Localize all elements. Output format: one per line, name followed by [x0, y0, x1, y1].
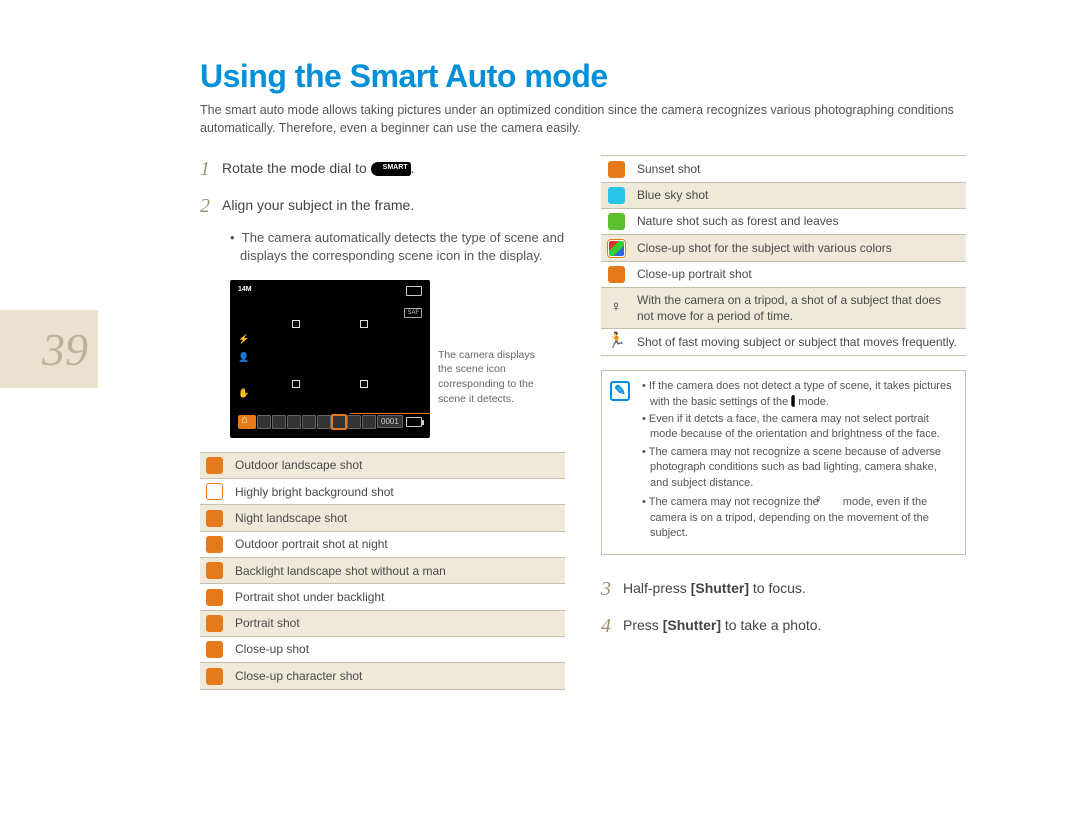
lcd-scene-chip	[272, 415, 286, 429]
left-column: 1 Rotate the mode dial to SMART. 2 Align…	[200, 155, 565, 689]
lcd-scene-chip	[347, 415, 361, 429]
lcd-stabilizer-icon: ✋	[238, 388, 249, 399]
lcd-battery-icon	[406, 417, 422, 427]
table-cell: Close-up shot for the subject with vario…	[631, 235, 966, 261]
table-cell: Night landscape shot	[229, 505, 565, 531]
step-1-text-post: .	[411, 160, 415, 176]
bright-icon	[206, 483, 223, 500]
intro-text: The smart auto mode allows taking pictur…	[200, 101, 970, 137]
step-3-post: to focus.	[749, 580, 806, 596]
step-2: 2 Align your subject in the frame.	[200, 192, 565, 221]
night-portrait-icon	[206, 536, 223, 553]
step-number: 3	[601, 575, 623, 604]
table-cell: Portrait shot under backlight	[229, 584, 565, 610]
page-title: Using the Smart Auto mode	[200, 58, 970, 95]
table-cell: Shot of fast moving subject or subject t…	[631, 329, 966, 356]
note-item: The camera may not recognize a scene bec…	[642, 445, 955, 491]
running-icon: 🏃	[607, 333, 625, 351]
backlight-landscape-icon	[206, 562, 223, 579]
lcd-scene-chip	[317, 415, 331, 429]
page-number-tab: 39	[0, 310, 98, 388]
note-item: If the camera does not detect a type of …	[642, 379, 955, 410]
closeup-portrait-icon	[608, 266, 625, 283]
tripod-icon: ♀	[822, 493, 840, 511]
focus-corner	[292, 380, 300, 388]
lcd-resolution: 14M	[238, 286, 252, 293]
lcd-scene-chip	[362, 415, 376, 429]
step-number: 1	[200, 155, 222, 184]
step-4-bold: [Shutter]	[663, 617, 721, 633]
lcd-home-icon	[238, 415, 256, 429]
camera-lcd: 14M SAF ⚡ 👤 ✋	[230, 280, 430, 438]
tripod-icon: ♀	[607, 299, 625, 317]
note-item: Even if it detcts a face, the camera may…	[642, 412, 955, 443]
sunset-icon	[608, 161, 625, 178]
step-2-text: Align your subject in the frame.	[222, 192, 414, 221]
focus-corner	[292, 320, 300, 328]
lcd-illustration: 14M SAF ⚡ 👤 ✋	[230, 280, 565, 438]
step-3-bold: [Shutter]	[691, 580, 749, 596]
page-content: Using the Smart Auto mode The smart auto…	[200, 58, 970, 690]
table-cell: Close-up portrait shot	[631, 261, 966, 287]
portrait-icon	[206, 615, 223, 632]
table-cell: Close-up shot	[229, 636, 565, 662]
step-4-pre: Press	[623, 617, 663, 633]
table-cell: Backlight landscape shot without a man	[229, 557, 565, 583]
lcd-mode-icon	[406, 286, 422, 296]
lcd-flash-icon: ⚡	[238, 334, 249, 345]
table-cell: Close-up character shot	[229, 663, 565, 689]
scene-table-left: Outdoor landscape shot Highly bright bac…	[200, 452, 565, 690]
table-cell: Nature shot such as forest and leaves	[631, 208, 966, 234]
lcd-bottom-bar: 0001	[238, 414, 422, 430]
lcd-saf-label: SAF	[404, 308, 422, 318]
night-landscape-icon	[206, 510, 223, 527]
table-cell: Outdoor landscape shot	[229, 452, 565, 478]
right-column: Sunset shot Blue sky shot Nature shot su…	[601, 155, 966, 689]
table-cell: With the camera on a tripod, a shot of a…	[631, 287, 966, 328]
table-cell: Outdoor portrait shot at night	[229, 531, 565, 557]
step-number: 2	[200, 192, 222, 221]
step-3-pre: Half-press	[623, 580, 691, 596]
step-3: 3 Half-press [Shutter] to focus.	[601, 575, 966, 604]
focus-corner	[360, 320, 368, 328]
step-4: 4 Press [Shutter] to take a photo.	[601, 612, 966, 641]
lcd-scene-chip	[287, 415, 301, 429]
landscape-icon	[206, 457, 223, 474]
info-icon: ✎	[610, 381, 630, 401]
step-2-subtext: • The camera automatically detects the t…	[230, 229, 565, 265]
sky-icon	[608, 187, 625, 204]
closeup-icon	[206, 641, 223, 658]
note-item: The camera may not recognize the ♀ mode,…	[642, 493, 955, 542]
lcd-scene-chip	[257, 415, 271, 429]
smart-mode-icon: SMART	[371, 162, 411, 176]
table-cell: Sunset shot	[631, 156, 966, 182]
smart-mode-icon	[792, 395, 795, 407]
lcd-caption: The camera displays the scene icon corre…	[438, 348, 548, 407]
nature-icon	[608, 213, 625, 230]
step-1: 1 Rotate the mode dial to SMART.	[200, 155, 565, 184]
table-cell: Blue sky shot	[631, 182, 966, 208]
step-1-text-pre: Rotate the mode dial to	[222, 160, 371, 176]
lcd-scene-chip-active	[332, 415, 346, 429]
lcd-scene-chip	[302, 415, 316, 429]
page-number: 39	[42, 323, 88, 376]
backlight-portrait-icon	[206, 589, 223, 606]
table-cell: Highly bright background shot	[229, 478, 565, 504]
note-box: ✎ If the camera does not detect a type o…	[601, 370, 966, 555]
table-cell: Portrait shot	[229, 610, 565, 636]
step-number: 4	[601, 612, 623, 641]
lcd-timer-icon: 👤	[238, 352, 249, 363]
callout-line	[350, 413, 430, 414]
scene-table-right: Sunset shot Blue sky shot Nature shot su…	[601, 155, 966, 356]
color-closeup-icon	[608, 240, 625, 257]
focus-corner	[360, 380, 368, 388]
closeup-char-icon	[206, 668, 223, 685]
step-4-post: to take a photo.	[721, 617, 821, 633]
lcd-counter: 0001	[377, 415, 403, 428]
